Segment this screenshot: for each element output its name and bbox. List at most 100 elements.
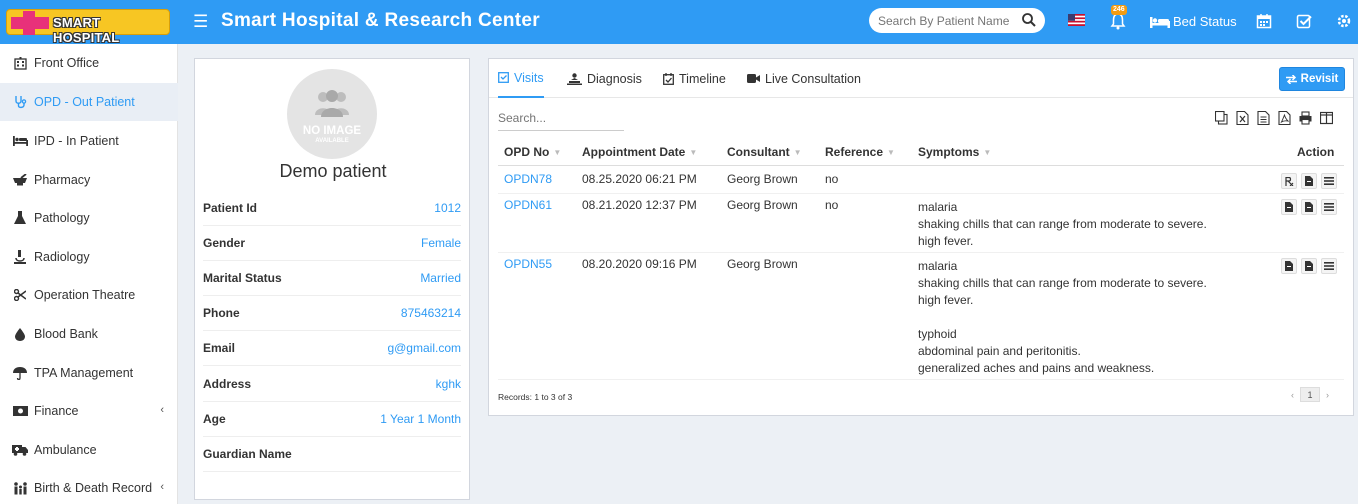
column-header-label: Reference bbox=[825, 145, 884, 159]
column-header-reference[interactable]: Reference ▼ bbox=[825, 145, 895, 159]
droplet-icon bbox=[12, 326, 28, 342]
tab-timeline[interactable]: Timeline bbox=[663, 59, 726, 98]
view-file-button[interactable] bbox=[1281, 258, 1297, 274]
sidebar-item-pharmacy[interactable]: Pharmacy bbox=[0, 161, 178, 199]
sort-icon: ▼ bbox=[553, 147, 562, 157]
field-value: kghk bbox=[435, 377, 461, 391]
patient-field-row: Phone 875463214 bbox=[203, 296, 461, 331]
file-icon bbox=[1305, 261, 1313, 271]
pdf-icon[interactable] bbox=[1278, 111, 1291, 125]
revisit-label: Revisit bbox=[1300, 73, 1339, 85]
current-page-button[interactable]: 1 bbox=[1300, 387, 1320, 402]
column-header-label: OPD No bbox=[504, 145, 550, 159]
sidebar-item-radiology[interactable]: Radiology bbox=[0, 238, 178, 276]
opd-no-link[interactable]: OPDN61 bbox=[504, 197, 552, 214]
symptoms-cell: malaria shaking chills that can range fr… bbox=[918, 258, 1207, 377]
menu-button[interactable] bbox=[1321, 199, 1337, 215]
column-header-opd-no[interactable]: OPD No ▼ bbox=[504, 145, 561, 159]
reference: no bbox=[825, 198, 839, 212]
view-file-button[interactable] bbox=[1301, 199, 1317, 215]
prescription-icon bbox=[1284, 176, 1293, 186]
patient-field-row: Guardian Name bbox=[203, 437, 461, 472]
reference: no bbox=[825, 172, 839, 186]
csv-icon[interactable] bbox=[1257, 111, 1270, 125]
sidebar-item-tpa-management[interactable]: TPA Management bbox=[0, 354, 178, 392]
tab-live-consultation[interactable]: Live Consultation bbox=[747, 59, 861, 98]
sort-icon: ▼ bbox=[983, 147, 992, 157]
column-header-symptoms[interactable]: Symptoms ▼ bbox=[918, 145, 991, 159]
us-flag-icon[interactable] bbox=[1068, 14, 1085, 26]
sidebar-item-birth-death-record[interactable]: Birth & Death Record ‹ bbox=[0, 469, 178, 504]
table-header-divider bbox=[498, 165, 1344, 166]
opd-no-link[interactable]: OPDN55 bbox=[504, 256, 552, 273]
symptom-line: abdominal pain and peritonitis. bbox=[918, 344, 1081, 358]
table-search bbox=[498, 111, 624, 131]
columns-icon[interactable] bbox=[1320, 111, 1333, 125]
tab-label: Visits bbox=[514, 70, 544, 85]
prev-page-icon[interactable]: ‹ bbox=[1291, 390, 1294, 400]
chevron-left-icon: ‹ bbox=[160, 481, 164, 493]
logo[interactable]: SMART HOSPITAL bbox=[0, 0, 178, 45]
table-search-input[interactable] bbox=[498, 111, 622, 125]
checkbox-icon bbox=[498, 72, 509, 83]
column-header-label: Symptoms bbox=[918, 145, 980, 159]
patient-field-row: Marital Status Married bbox=[203, 261, 461, 296]
field-label: Phone bbox=[203, 306, 240, 320]
copy-icon[interactable] bbox=[1215, 111, 1228, 125]
field-label: Email bbox=[203, 341, 236, 355]
opd-no-link[interactable]: OPDN78 bbox=[504, 171, 552, 188]
view-file-button[interactable] bbox=[1301, 258, 1317, 274]
sidebar-item-ambulance[interactable]: Ambulance bbox=[0, 431, 178, 469]
prescription-button[interactable] bbox=[1281, 173, 1297, 189]
symptom-line: shaking chills that can range from moder… bbox=[918, 217, 1207, 231]
column-header-appointment-date[interactable]: Appointment Date ▼ bbox=[582, 145, 697, 159]
user-gear-icon[interactable] bbox=[1336, 13, 1352, 29]
row-divider bbox=[498, 252, 1344, 253]
diagnosis-icon bbox=[567, 72, 582, 85]
sidebar-item-operation-theatre[interactable]: Operation Theatre bbox=[0, 276, 178, 314]
bars-icon bbox=[1324, 203, 1334, 211]
task-check-icon[interactable] bbox=[1296, 13, 1312, 29]
sidebar-item-label: Operation Theatre bbox=[34, 288, 136, 302]
sidebar-item-ipd[interactable]: IPD - In Patient bbox=[0, 122, 178, 160]
sidebar-item-blood-bank[interactable]: Blood Bank bbox=[0, 315, 178, 353]
patient-profile-card: NO IMAGE AVAILABLE Demo patient Patient … bbox=[194, 58, 470, 500]
symptom-line: high fever. bbox=[918, 234, 974, 248]
revisit-button[interactable]: Revisit bbox=[1279, 67, 1345, 91]
view-file-button[interactable] bbox=[1301, 173, 1317, 189]
sidebar-item-label: Pharmacy bbox=[34, 173, 91, 187]
records-info: Records: 1 to 3 of 3 bbox=[498, 392, 573, 402]
money-icon bbox=[12, 403, 28, 419]
view-file-button[interactable] bbox=[1281, 199, 1297, 215]
menu-button[interactable] bbox=[1321, 258, 1337, 274]
symptom-line bbox=[918, 309, 1207, 326]
bed-status-button[interactable]: Bed Status bbox=[1150, 14, 1237, 29]
excel-icon[interactable] bbox=[1236, 111, 1249, 125]
logo-badge: SMART HOSPITAL bbox=[6, 9, 170, 45]
tab-visits[interactable]: Visits bbox=[498, 59, 544, 98]
calendar-check-icon bbox=[663, 72, 674, 85]
symptom-line: malaria bbox=[918, 200, 958, 214]
patient-search-input[interactable] bbox=[878, 12, 1010, 29]
patient-name: Demo patient bbox=[279, 161, 387, 181]
search-icon[interactable] bbox=[1021, 12, 1037, 28]
column-header-consultant[interactable]: Consultant ▼ bbox=[727, 145, 802, 159]
menu-button[interactable] bbox=[1321, 173, 1337, 189]
print-icon[interactable] bbox=[1299, 111, 1312, 125]
logo-text: SMART HOSPITAL bbox=[53, 15, 120, 45]
sidebar-item-pathology[interactable]: Pathology bbox=[0, 199, 178, 237]
bed-icon bbox=[1150, 16, 1170, 28]
next-page-icon[interactable]: › bbox=[1326, 390, 1329, 400]
export-toolbar bbox=[1215, 111, 1333, 125]
tab-label: Timeline bbox=[679, 71, 726, 86]
tab-diagnosis[interactable]: Diagnosis bbox=[567, 59, 642, 98]
sidebar-item-finance[interactable]: Finance ‹ bbox=[0, 392, 178, 430]
calendar-icon[interactable] bbox=[1256, 13, 1272, 29]
field-label: Age bbox=[203, 412, 226, 426]
sidebar-item-front-office[interactable]: Front Office bbox=[0, 44, 178, 82]
bars-icon bbox=[1324, 177, 1334, 185]
menu-toggle-icon[interactable]: ☰ bbox=[193, 12, 208, 32]
sort-icon: ▼ bbox=[689, 147, 698, 157]
sidebar-item-opd[interactable]: OPD - Out Patient bbox=[0, 83, 178, 121]
pagination: ‹ 1 › bbox=[1291, 387, 1329, 402]
